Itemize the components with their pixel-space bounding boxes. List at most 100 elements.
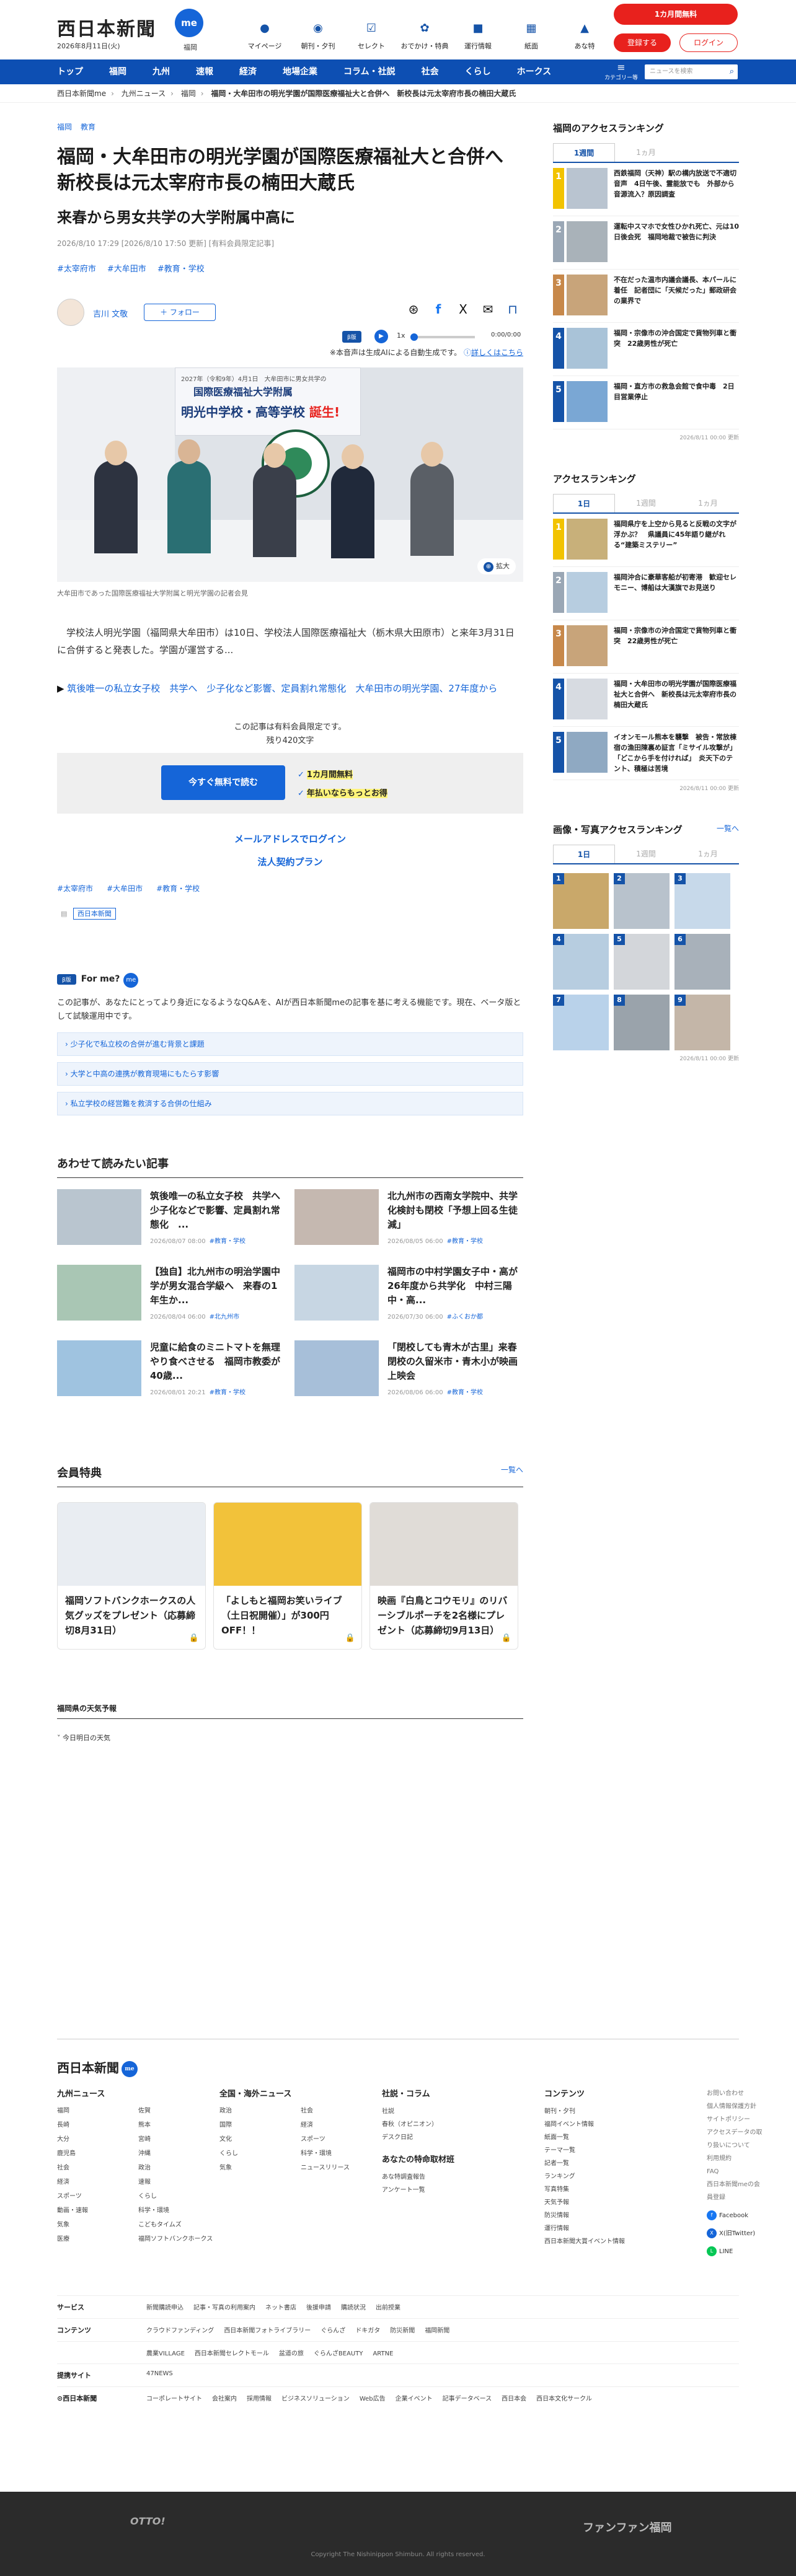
footer-link[interactable]: 科学・環境 bbox=[138, 2205, 219, 2214]
footer-link[interactable]: 購読状況 bbox=[341, 2305, 366, 2311]
follow-button[interactable]: ＋ フォロー bbox=[144, 304, 216, 321]
footer-link[interactable]: 政治 bbox=[219, 2105, 301, 2114]
ranking-item[interactable]: 1 西鉄福岡（天神）駅の構内放送で不適切音声 4日午後、霊能放でも 外部から音源流… bbox=[553, 163, 739, 216]
footer-link[interactable]: 記事データベース bbox=[443, 2396, 492, 2402]
tab-week[interactable]: 1週間 bbox=[553, 143, 615, 162]
footer-link[interactable]: 沖縄 bbox=[138, 2148, 219, 2157]
photo-thumb[interactable]: 2 bbox=[614, 873, 670, 929]
footer-link[interactable]: 記事・写真の利用案内 bbox=[193, 2305, 255, 2311]
footer-link[interactable]: 政治 bbox=[138, 2162, 219, 2171]
qa-item[interactable]: › 大学と中高の連携が教育現場にもたらす影響 bbox=[57, 1062, 523, 1086]
footer-link[interactable]: 出前授業 bbox=[376, 2305, 400, 2311]
nav-outing[interactable]: ✿ おでかけ・特典 bbox=[398, 17, 451, 51]
footer-link[interactable]: 会社案内 bbox=[212, 2396, 237, 2402]
footer-link[interactable]: FAQ bbox=[707, 2165, 763, 2178]
footer-link[interactable]: 医療 bbox=[57, 2233, 138, 2243]
x-icon[interactable]: X bbox=[453, 299, 474, 320]
audio-progress[interactable] bbox=[410, 333, 475, 341]
ai-detail-link[interactable]: 詳しくはこちら bbox=[471, 348, 523, 357]
nav-paper[interactable]: ◉ 朝刊・夕刊 bbox=[291, 17, 345, 51]
tab-week[interactable]: 1週間 bbox=[615, 494, 677, 512]
ranking-item[interactable]: 1 福岡県庁を上空から見ると反戦の文字が浮かぶ？ 県議員に45年語り継がれる“建築… bbox=[553, 514, 739, 567]
footer-link[interactable]: 福岡 bbox=[57, 2105, 138, 2114]
footer-link[interactable]: あな特調査報告 bbox=[382, 2171, 544, 2184]
ranking-item[interactable]: 4 福岡・大牟田市の明光学園が国際医療福祉大と合併へ 新校長は元太宰府市長の楠田大… bbox=[553, 674, 739, 727]
footer-link[interactable]: 西日本新聞meの会員登録 bbox=[707, 2178, 763, 2204]
footer-link[interactable]: 長崎 bbox=[57, 2119, 138, 2129]
bookmark-icon[interactable]: ⊓ bbox=[502, 299, 523, 320]
footer-link[interactable]: 佐賀 bbox=[138, 2105, 219, 2114]
related-card[interactable]: 【独自】北九州市の明治学園中学が男女混合学級へ 来春の1年生か... 2026/0… bbox=[57, 1265, 286, 1321]
audio-scrubber[interactable] bbox=[410, 333, 418, 341]
weather-toggle[interactable]: ˅ 今日明日の天気 bbox=[57, 1733, 523, 1743]
footer-link[interactable]: 西日本会 bbox=[502, 2396, 526, 2402]
footer-link[interactable]: 運行情報 bbox=[544, 2222, 707, 2235]
gnav-fukuoka[interactable]: 福岡 bbox=[109, 59, 139, 86]
gnav-economy[interactable]: 経済 bbox=[239, 59, 270, 86]
related-card[interactable]: 筑後唯一の私立女子校 共学へ 少子化などで影響、定員割れ常態化 ... 2026/… bbox=[57, 1189, 290, 1245]
funfun-logo[interactable]: ファンファン福岡 bbox=[583, 2519, 671, 2535]
play-icon[interactable]: ▶ bbox=[374, 330, 388, 343]
facebook-icon[interactable]: f bbox=[428, 299, 449, 320]
related-card[interactable]: 「閉校しても青木が古里」来春閉校の久留米市・青木小が映画上映会 2026/08/0… bbox=[294, 1340, 523, 1396]
ranking-item[interactable]: 2 運転中スマホで女性ひかれ死亡、元は10日後会死 福岡地裁で被告に判決 bbox=[553, 216, 739, 270]
author-name[interactable]: 吉川 文敬 bbox=[93, 307, 128, 319]
footer-link[interactable]: 天気予報 bbox=[544, 2196, 707, 2209]
footer-link[interactable]: 社会 bbox=[301, 2105, 382, 2114]
footer-link[interactable]: 西日本新聞大賞イベント情報 bbox=[544, 2235, 707, 2248]
category-education[interactable]: 教育 bbox=[81, 123, 95, 131]
footer-link[interactable]: 個人情報保護方針 bbox=[707, 2100, 763, 2113]
footer-link[interactable]: 経済 bbox=[57, 2176, 138, 2186]
ranking-item[interactable]: 5 福岡・直方市の救急会館で食中毒 2日目営業停止 bbox=[553, 376, 739, 429]
footer-link[interactable]: 福岡ソフトバンクホークス bbox=[138, 2233, 219, 2243]
footer-link[interactable]: 大分 bbox=[57, 2134, 138, 2143]
article-photo[interactable]: 2027年（令和9年）4月1日 大牟田市に男女共学の 国際医療福祉大学附属 明光… bbox=[57, 367, 523, 582]
tab-week[interactable]: 1週間 bbox=[615, 845, 677, 863]
footer-link[interactable]: 気象 bbox=[57, 2219, 138, 2228]
related-article-link[interactable]: ▶ 筑後唯一の私立女子校 共学へ 少子化など影響、定員割れ常態化 大牟田市の明光… bbox=[57, 680, 523, 697]
benefits-more-link[interactable]: 一覧へ bbox=[501, 1464, 523, 1475]
footer-link[interactable]: テーマ一覧 bbox=[544, 2144, 707, 2157]
tab-month[interactable]: 1ヵ月 bbox=[677, 494, 739, 512]
footer-link[interactable]: 西日本新聞フォトライブラリー bbox=[224, 2328, 311, 2334]
x-link[interactable]: X X(旧Twitter) bbox=[707, 2227, 763, 2240]
gnav-sokuho[interactable]: 速報 bbox=[196, 59, 226, 86]
breadcrumb-home[interactable]: 西日本新聞me bbox=[57, 89, 106, 98]
footer-link[interactable]: こどもタイムズ bbox=[138, 2219, 219, 2228]
breadcrumb-fukuoka[interactable]: 福岡 bbox=[181, 89, 196, 98]
photo-thumb[interactable]: 4 bbox=[553, 934, 609, 990]
footer-link[interactable]: 写真特集 bbox=[544, 2183, 707, 2196]
corporate-plan-link[interactable]: 法人契約プラン bbox=[57, 855, 523, 868]
otto-logo[interactable]: OTTO! bbox=[130, 2515, 166, 2527]
footer-link[interactable]: 後援申請 bbox=[306, 2305, 331, 2311]
benefit-card[interactable]: 映画『白鳥とコウモリ』のリバーシブルポーチを2名様にプレゼント（応募締切9月13… bbox=[369, 1502, 518, 1650]
footer-link[interactable]: 熊本 bbox=[138, 2119, 219, 2129]
tag-omuta[interactable]: #大牟田市 bbox=[107, 884, 143, 893]
footer-link[interactable]: 新聞購読申込 bbox=[146, 2305, 184, 2311]
footer-link[interactable]: 科学・環境 bbox=[301, 2148, 382, 2157]
nav-shimen[interactable]: ▦ 紙面 bbox=[505, 17, 558, 51]
photo-thumb[interactable]: 5 bbox=[614, 934, 670, 990]
footer-link[interactable]: 紙面一覧 bbox=[544, 2131, 707, 2144]
login-button[interactable]: ログイン bbox=[679, 33, 738, 52]
qa-item[interactable]: › 私立学校の経営難を救済する合併の仕組み bbox=[57, 1092, 523, 1115]
footer-link[interactable]: 鹿児島 bbox=[57, 2148, 138, 2157]
tag-omuta[interactable]: #大牟田市 bbox=[107, 265, 146, 274]
footer-link[interactable]: 経済 bbox=[301, 2119, 382, 2129]
footer-link[interactable]: コーポレートサイト bbox=[146, 2396, 202, 2402]
gnav-column[interactable]: コラム・社説 bbox=[343, 59, 409, 86]
footer-link[interactable]: ぐらんざ bbox=[321, 2328, 345, 2334]
footer-link[interactable]: くらし bbox=[138, 2191, 219, 2200]
photo-thumb[interactable]: 8 bbox=[614, 995, 670, 1050]
footer-link[interactable]: 防災新聞 bbox=[390, 2328, 415, 2334]
tab-day[interactable]: 1日 bbox=[553, 494, 615, 512]
ranking-item[interactable]: 5 イオンモール熊本を襲撃 被告・常放棟宿の漁田陳裏め証言「ミサイル攻撃が」「どこ… bbox=[553, 727, 739, 780]
footer-link[interactable]: 記者一覧 bbox=[544, 2157, 707, 2170]
footer-link[interactable]: ドキガタ bbox=[355, 2328, 380, 2334]
footer-link[interactable]: ニュースリリース bbox=[301, 2162, 382, 2171]
footer-link[interactable]: 社会 bbox=[57, 2162, 138, 2171]
breadcrumb-kyushu[interactable]: 九州ニュース bbox=[122, 89, 166, 98]
site-logo[interactable]: 西日本新聞 bbox=[57, 14, 156, 41]
ranking-item[interactable]: 4 福岡・宗像市の沖合国定で貨物列車と衝突 22歳男性が死亡 bbox=[553, 323, 739, 376]
footer-link[interactable]: ランキング bbox=[544, 2170, 707, 2183]
